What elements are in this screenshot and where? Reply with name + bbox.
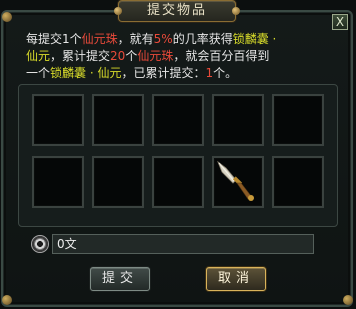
item-slot[interactable] <box>152 94 204 146</box>
submitted-count-highlight: 1 <box>205 66 214 80</box>
coin-icon <box>32 236 48 252</box>
close-button[interactable]: X <box>332 14 348 30</box>
cancel-button[interactable]: 取消 <box>206 267 266 291</box>
reward-name-highlight: 锁麟囊 · 仙元 <box>50 66 122 80</box>
chance-highlight: 5% <box>153 32 173 46</box>
desc-text: 个。 <box>213 66 238 80</box>
desc-text: 一个 <box>26 66 51 80</box>
item-slot[interactable] <box>32 156 84 208</box>
corner-ornament <box>343 295 353 305</box>
desc-text: ，累计提交 <box>50 49 111 63</box>
item-slot[interactable] <box>32 94 84 146</box>
desc-text: 个 <box>125 49 138 63</box>
desc-text: ，已累计提交： <box>121 66 206 80</box>
dagger-item-icon[interactable] <box>214 158 262 206</box>
desc-text: 每提交1个 <box>26 32 82 46</box>
money-row: 0文 <box>28 234 314 256</box>
item-slot[interactable] <box>212 94 264 146</box>
desc-text: 的几率获得 <box>172 32 233 46</box>
submit-button[interactable]: 提交 <box>90 267 150 291</box>
item-slot[interactable] <box>212 156 264 208</box>
window-title-text: 提交物品 <box>146 3 207 18</box>
item-slot[interactable] <box>272 94 324 146</box>
description-line: 每提交1个仙元珠，就有5%的几率获得锁麟囊 · <box>26 31 342 48</box>
description-line: 仙元，累计提交20个仙元珠，就会百分百得到 <box>26 48 342 65</box>
item-slot-panel <box>18 84 338 227</box>
corner-ornament <box>2 295 12 305</box>
money-field[interactable]: 0文 <box>52 234 314 254</box>
desc-text: ，就会百分百得到 <box>173 49 270 63</box>
item-name-highlight: 仙元珠 <box>81 32 118 46</box>
item-slot[interactable] <box>92 156 144 208</box>
item-slot[interactable] <box>152 156 204 208</box>
corner-ornament <box>2 12 12 22</box>
description-line: 一个锁麟囊 · 仙元，已累计提交：1个。 <box>26 65 342 82</box>
close-icon: X <box>335 15 345 29</box>
desc-text: ，就有 <box>117 32 154 46</box>
window-title: 提交物品 <box>114 0 240 22</box>
item-slot[interactable] <box>92 94 144 146</box>
item-slot[interactable] <box>272 156 324 208</box>
title-ornament-icon <box>114 7 122 15</box>
reward-name-highlight: 仙元 <box>26 49 51 63</box>
title-ornament-icon <box>232 7 240 15</box>
count-highlight: 20 <box>110 49 126 63</box>
submit-description: 每提交1个仙元珠，就有5%的几率获得锁麟囊 · 仙元，累计提交20个仙元珠，就会… <box>26 31 342 82</box>
item-name-highlight: 仙元珠 <box>137 49 174 63</box>
reward-name-highlight: 锁麟囊 · <box>232 32 277 46</box>
